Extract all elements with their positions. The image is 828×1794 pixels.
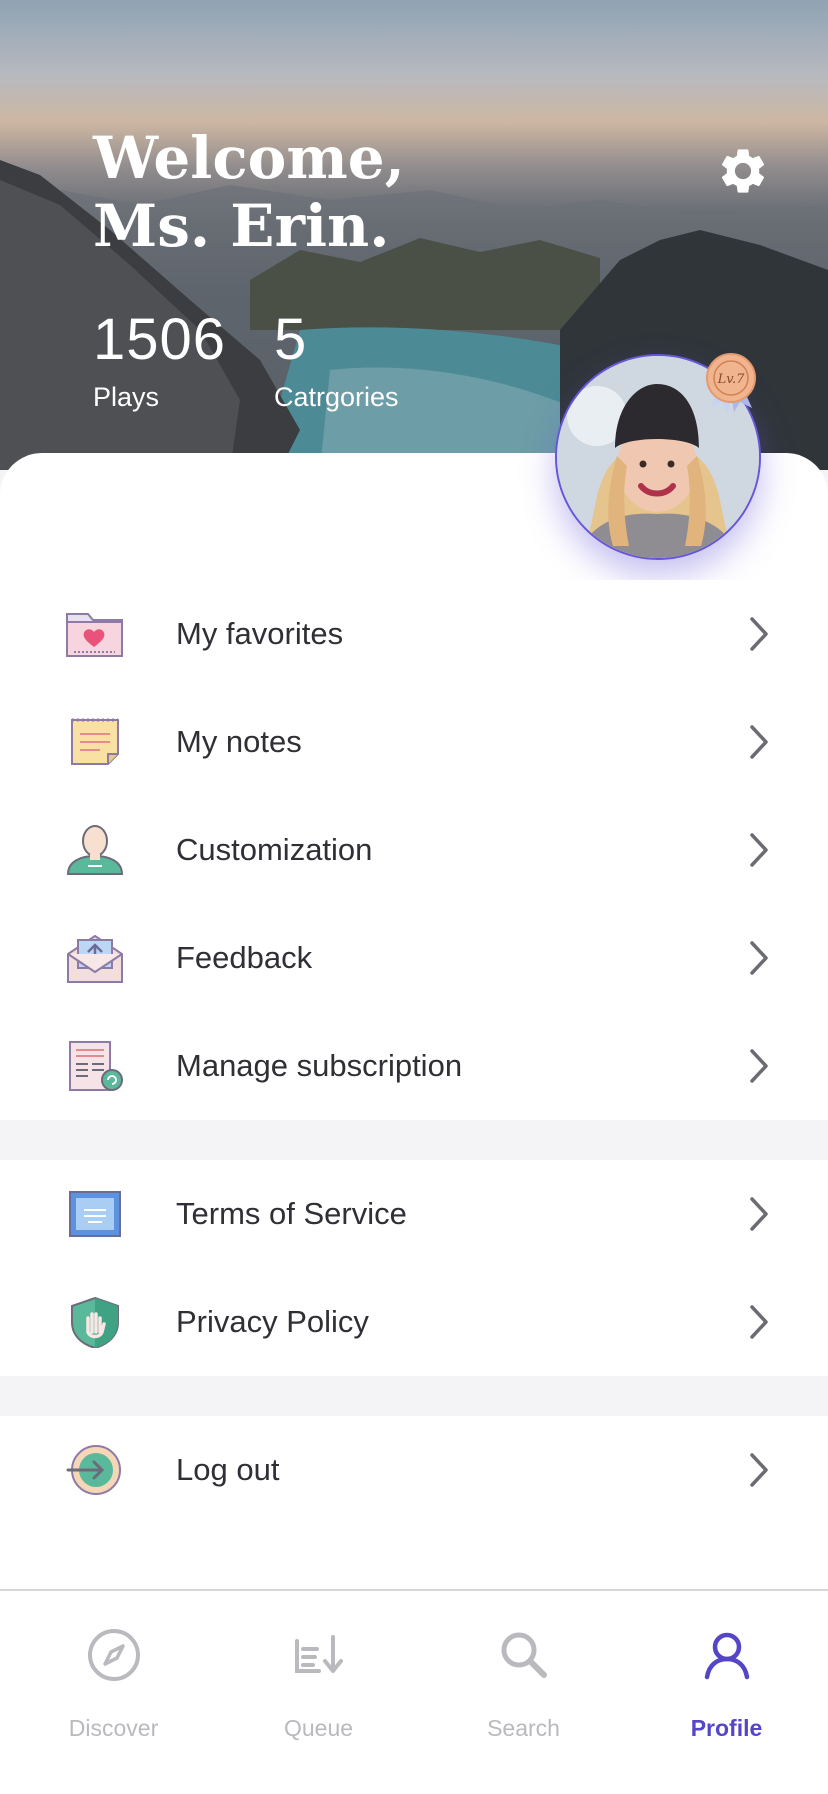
categories-stat: 5 Catrgories	[274, 310, 399, 413]
tab-search[interactable]: Search	[420, 1591, 627, 1794]
menu-item-customization[interactable]: Customization	[0, 796, 828, 904]
section-divider	[0, 1120, 828, 1160]
plays-label: Plays	[93, 382, 160, 412]
tab-label: Discover	[68, 1715, 159, 1741]
chevron-right-icon	[750, 617, 768, 651]
logout-menu-group: Log out	[0, 1416, 828, 1524]
notes-icon	[64, 716, 126, 768]
settings-gear-icon[interactable]	[716, 144, 770, 198]
section-divider	[0, 1376, 828, 1416]
favorites-folder-icon	[64, 608, 126, 660]
tab-discover[interactable]: Discover	[10, 1591, 217, 1794]
tab-profile[interactable]: Profile	[623, 1591, 828, 1794]
plays-stat: 1506 Plays	[93, 310, 226, 413]
search-icon	[501, 1632, 547, 1678]
chevron-right-icon	[750, 1305, 768, 1339]
menu-item-my-notes[interactable]: My notes	[0, 688, 828, 796]
menu-item-log-out[interactable]: Log out	[0, 1416, 828, 1524]
welcome-line-2: Ms. Erin.	[93, 192, 390, 260]
level-badge-icon: Lv.7	[700, 350, 762, 412]
queue-icon	[295, 1635, 343, 1673]
user-customization-icon	[64, 824, 126, 876]
tab-queue[interactable]: Queue	[215, 1591, 422, 1794]
level-badge-text: Lv.7	[717, 372, 746, 387]
menu-item-label: Manage subscription	[176, 1048, 463, 1083]
menu-item-terms-of-service[interactable]: Terms of Service	[0, 1160, 828, 1268]
privacy-shield-icon	[64, 1296, 126, 1348]
categories-label: Catrgories	[274, 382, 399, 412]
account-menu-group: My favorites My notes Customization Feed…	[0, 580, 828, 1120]
plays-count: 1506	[93, 307, 227, 372]
menu-list: My favorites My notes Customization Feed…	[0, 580, 828, 1524]
tab-label: Queue	[283, 1715, 354, 1741]
feedback-envelope-icon	[64, 932, 126, 984]
chevron-right-icon	[750, 833, 768, 867]
menu-item-label: Terms of Service	[176, 1196, 407, 1231]
terms-document-icon	[64, 1188, 126, 1240]
menu-item-label: My notes	[176, 724, 302, 759]
welcome-line-1: Welcome,	[93, 124, 405, 192]
menu-item-my-favorites[interactable]: My favorites	[0, 580, 828, 688]
profile-icon	[704, 1632, 750, 1680]
welcome-title: Welcome, Ms. Erin.	[93, 124, 405, 260]
chevron-right-icon	[750, 1197, 768, 1231]
menu-item-label: Log out	[176, 1452, 280, 1487]
menu-item-manage-subscription[interactable]: Manage subscription	[0, 1012, 828, 1120]
menu-item-feedback[interactable]: Feedback	[0, 904, 828, 1012]
categories-count: 5	[274, 307, 308, 372]
menu-item-label: Privacy Policy	[176, 1304, 369, 1339]
bottom-tab-bar: Discover Queue Search Profile	[0, 1589, 828, 1794]
tab-label: Search	[487, 1715, 560, 1741]
chevron-right-icon	[750, 725, 768, 759]
menu-item-label: My favorites	[176, 616, 344, 651]
chevron-right-icon	[750, 1453, 768, 1487]
legal-menu-group: Terms of Service Privacy Policy	[0, 1160, 828, 1376]
chevron-right-icon	[750, 941, 768, 975]
subscription-icon	[64, 1040, 126, 1092]
menu-item-label: Feedback	[176, 940, 313, 975]
menu-item-label: Customization	[176, 832, 373, 867]
menu-item-privacy-policy[interactable]: Privacy Policy	[0, 1268, 828, 1376]
logout-icon	[64, 1444, 126, 1496]
compass-icon	[88, 1629, 140, 1681]
chevron-right-icon	[750, 1049, 768, 1083]
tab-label: Profile	[690, 1715, 763, 1741]
